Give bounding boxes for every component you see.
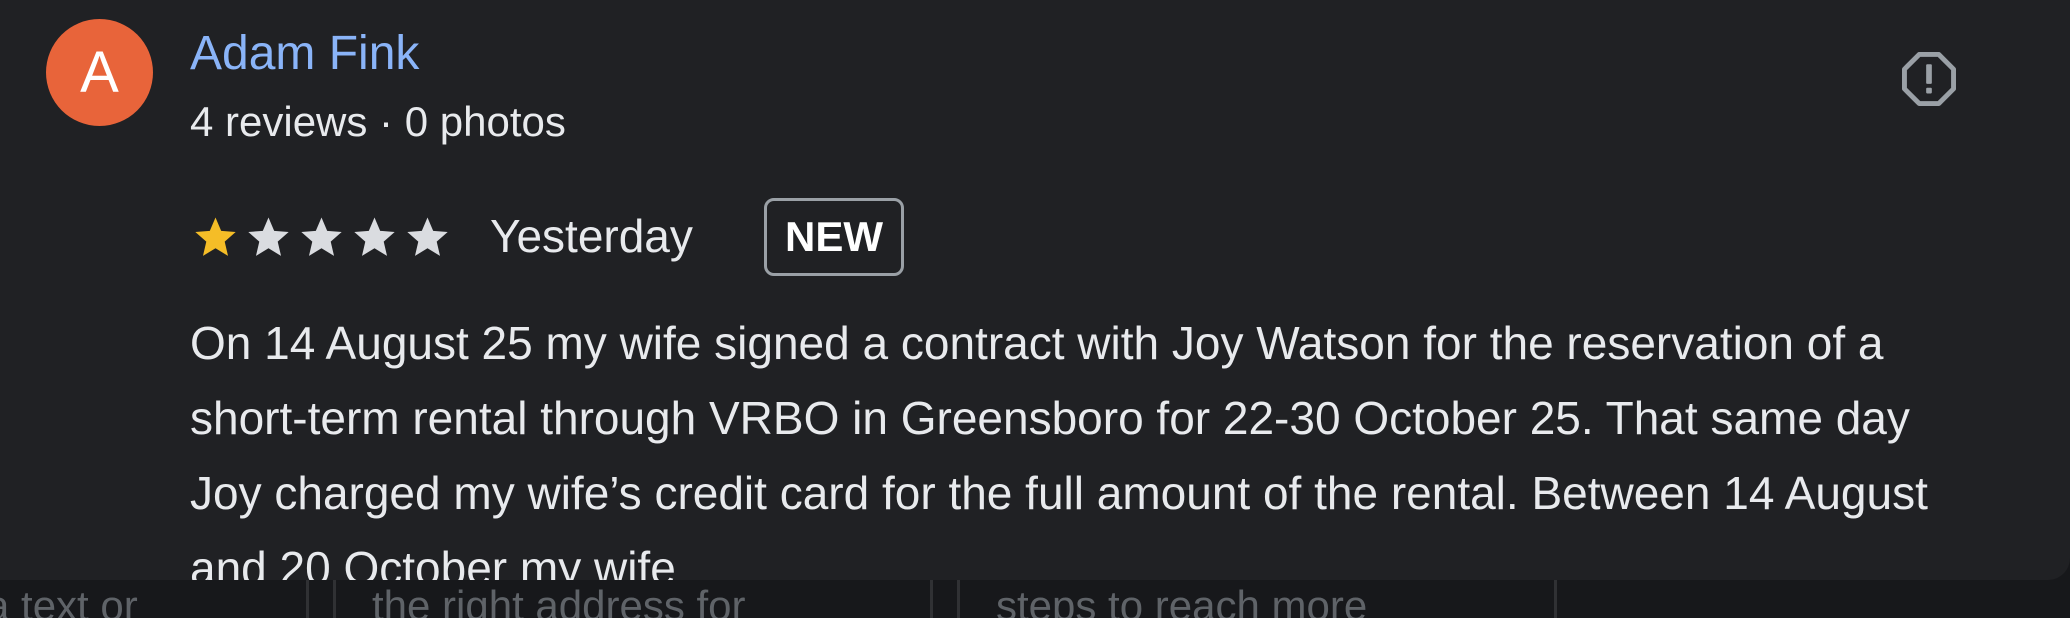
background-suggestion-row: a text or the right address for steps to… [0,580,2070,618]
background-chip: the right address for [372,582,746,618]
review-text: On 14 August 25 my wife signed a contrac… [190,317,1928,580]
author-review-count: 4 reviews · 0 photos [190,98,566,145]
star-empty-icon [298,214,345,261]
star-empty-icon [404,214,451,261]
review-date: Yesterday [490,210,693,262]
report-flag-icon[interactable] [1898,48,1960,110]
divider [957,580,960,618]
author-name-link[interactable]: Adam Fink [190,24,419,84]
avatar[interactable]: A [46,19,153,126]
star-empty-icon [245,214,292,261]
divider [930,580,933,618]
new-badge: NEW [764,198,904,276]
star-filled-icon [192,214,239,261]
background-chip: steps to reach more [996,582,1368,618]
background-chip: a text or [0,582,138,618]
divider [306,580,309,618]
divider [1554,580,1557,618]
star-rating [192,212,451,262]
star-empty-icon [351,214,398,261]
divider [333,580,336,618]
review-card: A Adam Fink 4 reviews · 0 photos Yesterd… [0,0,2070,580]
